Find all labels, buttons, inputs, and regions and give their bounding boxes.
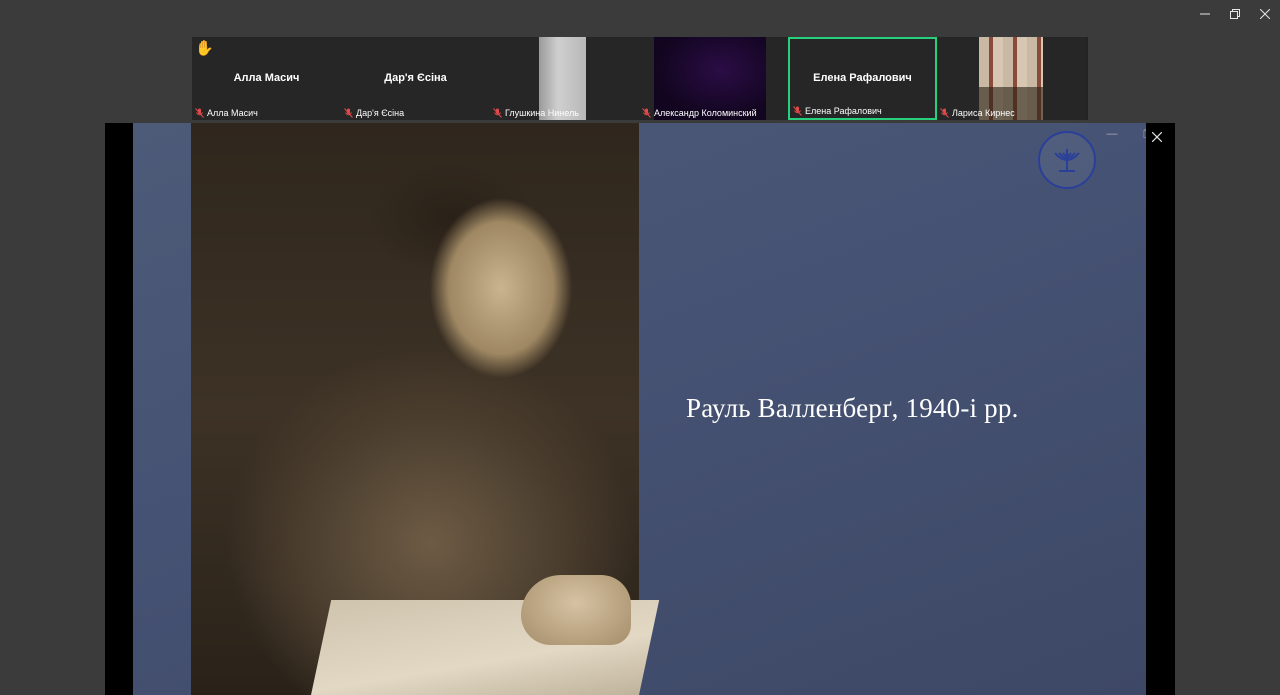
participant-tile[interactable]: Глушкина Нинель bbox=[490, 37, 639, 120]
participant-tile[interactable]: Лариса Кирнес bbox=[937, 37, 1086, 120]
participant-center-name: Дар'я Єсіна bbox=[384, 72, 447, 84]
mic-off-icon bbox=[493, 108, 502, 118]
participant-tile[interactable]: ✋ Алла Масич Алла Масич bbox=[192, 37, 341, 120]
share-minimize-icon[interactable]: — bbox=[1105, 127, 1119, 141]
zoom-meeting-window: ✋ Алла Масич Алла Масич Дар'я Єсіна Дар'… bbox=[0, 0, 1280, 695]
historical-photo bbox=[191, 123, 660, 695]
share-close-icon[interactable] bbox=[1147, 127, 1167, 147]
participant-label: Елена Рафалович bbox=[793, 106, 882, 116]
participant-name: Лариса Кирнес bbox=[952, 108, 1015, 118]
mic-off-icon bbox=[940, 108, 949, 118]
participant-name: Глушкина Нинель bbox=[505, 108, 579, 118]
participant-name: Александр Коломинский bbox=[654, 108, 757, 118]
mic-off-icon bbox=[793, 106, 802, 116]
presentation-slide: Рауль Валленберґ, 1940-і рр. — ❐ bbox=[133, 123, 1146, 695]
close-icon[interactable] bbox=[1250, 0, 1280, 28]
photo-hand bbox=[521, 575, 631, 645]
mic-off-icon bbox=[195, 108, 204, 118]
window-controls bbox=[1190, 0, 1280, 28]
participant-tile[interactable]: Александр Коломинский bbox=[639, 37, 788, 120]
mic-off-icon bbox=[642, 108, 651, 118]
participant-label: Александр Коломинский bbox=[642, 108, 757, 118]
participant-name: Дар'я Єсіна bbox=[356, 108, 405, 118]
slide-title: Рауль Валленберґ, 1940-і рр. bbox=[686, 393, 1019, 423]
participant-name: Елена Рафалович bbox=[805, 106, 882, 116]
raised-hand-icon: ✋ bbox=[195, 40, 214, 57]
minimize-icon[interactable] bbox=[1190, 0, 1220, 28]
mic-off-icon bbox=[344, 108, 353, 118]
share-maximize-icon[interactable]: ❐ bbox=[1141, 127, 1146, 141]
participant-label: Дар'я Єсіна bbox=[344, 108, 404, 118]
shared-screen[interactable]: Рауль Валленберґ, 1940-і рр. — ❐ bbox=[105, 123, 1175, 695]
organization-logo-icon bbox=[1038, 131, 1096, 189]
participant-tile[interactable]: Дар'я Єсіна Дар'я Єсіна bbox=[341, 37, 490, 120]
participant-center-name: Алла Масич bbox=[233, 72, 300, 84]
participant-label: Глушкина Нинель bbox=[493, 108, 579, 118]
participant-strip: ✋ Алла Масич Алла Масич Дар'я Єсіна Дар'… bbox=[192, 37, 1088, 120]
participant-tile-active-speaker[interactable]: Елена Рафалович Елена Рафалович bbox=[788, 37, 937, 120]
participant-label: Алла Масич bbox=[195, 108, 258, 118]
restore-icon[interactable] bbox=[1220, 0, 1250, 28]
participant-name: Алла Масич bbox=[207, 108, 258, 118]
participant-label: Лариса Кирнес bbox=[940, 108, 1015, 118]
participant-center-name: Елена Рафалович bbox=[813, 72, 912, 84]
